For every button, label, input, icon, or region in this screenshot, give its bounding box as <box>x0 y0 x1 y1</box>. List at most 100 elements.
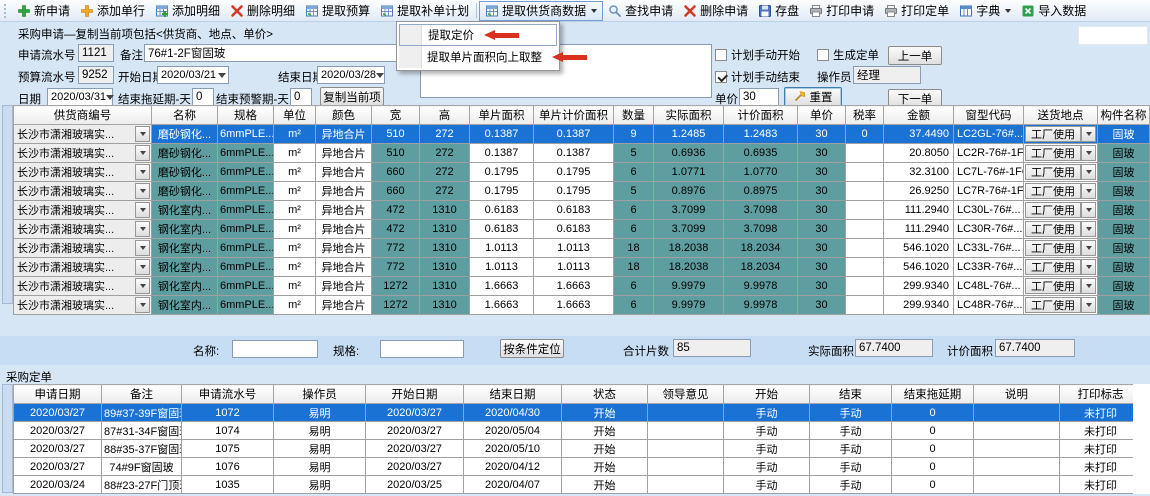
cell[interactable]: 0.6936 <box>654 144 724 163</box>
dropdown-arrow-icon[interactable] <box>135 278 150 294</box>
filter-spec-input[interactable] <box>380 340 464 358</box>
cell[interactable]: 未打印 <box>1060 476 1142 494</box>
cell[interactable]: 1072 <box>182 404 274 422</box>
cell[interactable]: 1310 <box>420 239 470 258</box>
cell[interactable]: 长沙市潇湘玻璃实... <box>14 296 152 315</box>
cell[interactable]: 37.4490 <box>884 125 954 144</box>
column-header[interactable]: 规格 <box>218 106 274 125</box>
cell[interactable]: 磨砂钢化... <box>152 144 218 163</box>
delay-days-field[interactable] <box>192 88 214 106</box>
cell[interactable]: 异地合片 <box>316 258 372 277</box>
cell[interactable]: 2020/05/04 <box>464 422 562 440</box>
cell[interactable]: 0.1795 <box>534 182 614 201</box>
column-header[interactable]: 结束拖延期 <box>892 385 974 404</box>
column-header[interactable]: 名称 <box>152 106 218 125</box>
cell[interactable]: 0.1387 <box>470 125 534 144</box>
column-header[interactable]: 构件名称 <box>1098 106 1150 125</box>
cell[interactable]: 固玻 <box>1098 220 1150 239</box>
cell[interactable]: 长沙市潇湘玻璃实... <box>14 163 152 182</box>
cell[interactable]: 2020/03/25 <box>366 476 464 494</box>
cell[interactable]: 18 <box>614 239 654 258</box>
dropdown-arrow-icon[interactable] <box>135 259 150 275</box>
cell[interactable]: 6mmPLE... <box>218 182 274 201</box>
cell[interactable]: 1310 <box>420 220 470 239</box>
cell[interactable]: 1.2483 <box>724 125 798 144</box>
cell[interactable]: LC48L-76#... <box>954 277 1024 296</box>
cell[interactable]: 0.6935 <box>724 144 798 163</box>
manual-start-checkbox[interactable] <box>715 49 727 61</box>
cell[interactable]: m² <box>274 239 316 258</box>
cell[interactable]: 0 <box>892 422 974 440</box>
cell[interactable]: 工厂使用 <box>1024 277 1098 296</box>
cell[interactable]: 89#37-39F窗固玻 <box>102 404 182 422</box>
cell[interactable]: 87#31-34F窗固玻 <box>102 422 182 440</box>
cell[interactable] <box>974 422 1060 440</box>
cell[interactable]: 0.6183 <box>534 201 614 220</box>
cell[interactable]: 异地合片 <box>316 144 372 163</box>
cell[interactable]: 手动 <box>724 440 810 458</box>
cell[interactable] <box>846 220 884 239</box>
cell[interactable]: 固玻 <box>1098 258 1150 277</box>
cell[interactable]: 2020/03/27 <box>366 422 464 440</box>
table-row[interactable]: 长沙市潇湘玻璃实...钢化室内...6mmPLE...m²异地合片4721310… <box>14 201 1150 220</box>
column-header[interactable]: 金额 <box>884 106 954 125</box>
column-header[interactable]: 申请流水号 <box>182 385 274 404</box>
dropdown-arrow-icon[interactable] <box>1081 183 1096 199</box>
dropdown-arrow-icon[interactable] <box>1081 240 1096 256</box>
cell[interactable]: 546.1020 <box>884 258 954 277</box>
cell[interactable]: 手动 <box>810 422 892 440</box>
cell[interactable]: 长沙市潇湘玻璃实... <box>14 144 152 163</box>
cell[interactable] <box>846 201 884 220</box>
cell[interactable]: 开始 <box>562 404 648 422</box>
cell[interactable]: 手动 <box>724 476 810 494</box>
dropdown-arrow-icon[interactable] <box>1081 145 1096 161</box>
column-header[interactable]: 单片面积 <box>470 106 534 125</box>
cell[interactable]: 1.0113 <box>534 258 614 277</box>
cell[interactable]: 2020/03/24 <box>14 476 102 494</box>
cell[interactable] <box>846 239 884 258</box>
cell[interactable]: 9.9978 <box>724 296 798 315</box>
cell[interactable]: 1310 <box>420 296 470 315</box>
cell[interactable]: 手动 <box>810 476 892 494</box>
cell[interactable]: 固玻 <box>1098 163 1150 182</box>
cell[interactable]: 0 <box>892 476 974 494</box>
cell[interactable] <box>846 258 884 277</box>
cell[interactable]: 手动 <box>724 422 810 440</box>
remark-field[interactable] <box>144 44 414 62</box>
cell[interactable]: 9.9978 <box>724 277 798 296</box>
column-header[interactable]: 领导意见 <box>648 385 724 404</box>
cell[interactable]: 工厂使用 <box>1024 163 1098 182</box>
cell[interactable]: 30 <box>798 277 846 296</box>
cell[interactable]: 6 <box>614 220 654 239</box>
table-row[interactable]: 2020/03/2789#37-39F窗固玻1072易明2020/03/2720… <box>14 404 1142 422</box>
toolbar-extract-supplier-data-button[interactable]: 提取供货商数据 <box>479 1 603 21</box>
cell[interactable]: m² <box>274 144 316 163</box>
column-header[interactable]: 状态 <box>562 385 648 404</box>
dropdown-arrow-icon[interactable] <box>1081 278 1096 294</box>
cell[interactable]: 772 <box>372 258 420 277</box>
cell[interactable] <box>846 277 884 296</box>
cell[interactable]: 磨砂钢化... <box>152 125 218 144</box>
cell[interactable]: 长沙市潇湘玻璃实... <box>14 258 152 277</box>
cell[interactable]: 2020/03/27 <box>366 404 464 422</box>
cell[interactable]: 30 <box>798 182 846 201</box>
cell[interactable] <box>846 144 884 163</box>
cell[interactable] <box>846 163 884 182</box>
cell[interactable]: 0 <box>846 125 884 144</box>
column-header[interactable]: 送货地点 <box>1024 106 1098 125</box>
cell[interactable]: 0 <box>892 458 974 476</box>
toolbar-search-request-button[interactable]: 查找申请 <box>603 1 678 21</box>
cell[interactable]: 长沙市潇湘玻璃实... <box>14 220 152 239</box>
cell[interactable]: 1.0113 <box>534 239 614 258</box>
cell[interactable]: 9.9979 <box>654 277 724 296</box>
cell[interactable]: 0.1795 <box>470 163 534 182</box>
cell[interactable] <box>648 458 724 476</box>
cell[interactable]: 工厂使用 <box>1024 125 1098 144</box>
cell[interactable]: 异地合片 <box>316 201 372 220</box>
cell[interactable]: 工厂使用 <box>1024 220 1098 239</box>
toolbar-extract-supplement-plan-button[interactable]: 提取补单计划 <box>375 1 474 21</box>
cell[interactable]: 固玻 <box>1098 296 1150 315</box>
cell[interactable]: m² <box>274 277 316 296</box>
operator-field[interactable] <box>853 66 921 84</box>
table-row[interactable]: 长沙市潇湘玻璃实...磨砂钢化...6mmPLE...m²异地合片5102720… <box>14 144 1150 163</box>
